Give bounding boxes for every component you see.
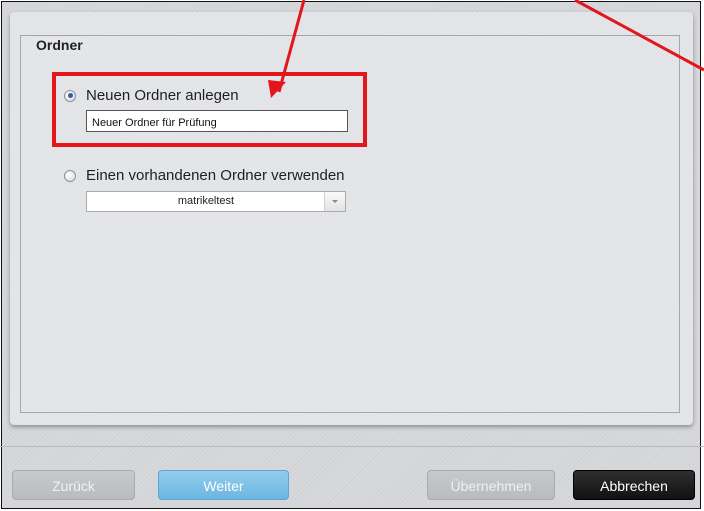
folder-section-legend: Ordner <box>33 37 86 53</box>
footer-divider <box>0 446 704 447</box>
chevron-down-icon[interactable] <box>324 192 345 211</box>
apply-button[interactable]: Übernehmen <box>427 470 555 500</box>
annotation-highlight-box <box>52 72 367 147</box>
radio-unchecked-icon[interactable] <box>64 169 76 182</box>
existing-folder-selected-value: matrikeltest <box>177 195 235 207</box>
cancel-button[interactable]: Abbrechen <box>573 470 695 500</box>
next-button[interactable]: Weiter <box>158 470 289 500</box>
existing-folder-select[interactable]: matrikeltest <box>86 191 346 212</box>
existing-folder-option[interactable]: Einen vorhandenen Ordner verwenden <box>64 167 345 184</box>
existing-folder-label: Einen vorhandenen Ordner verwenden <box>86 167 345 184</box>
back-button[interactable]: Zurück <box>12 470 135 500</box>
